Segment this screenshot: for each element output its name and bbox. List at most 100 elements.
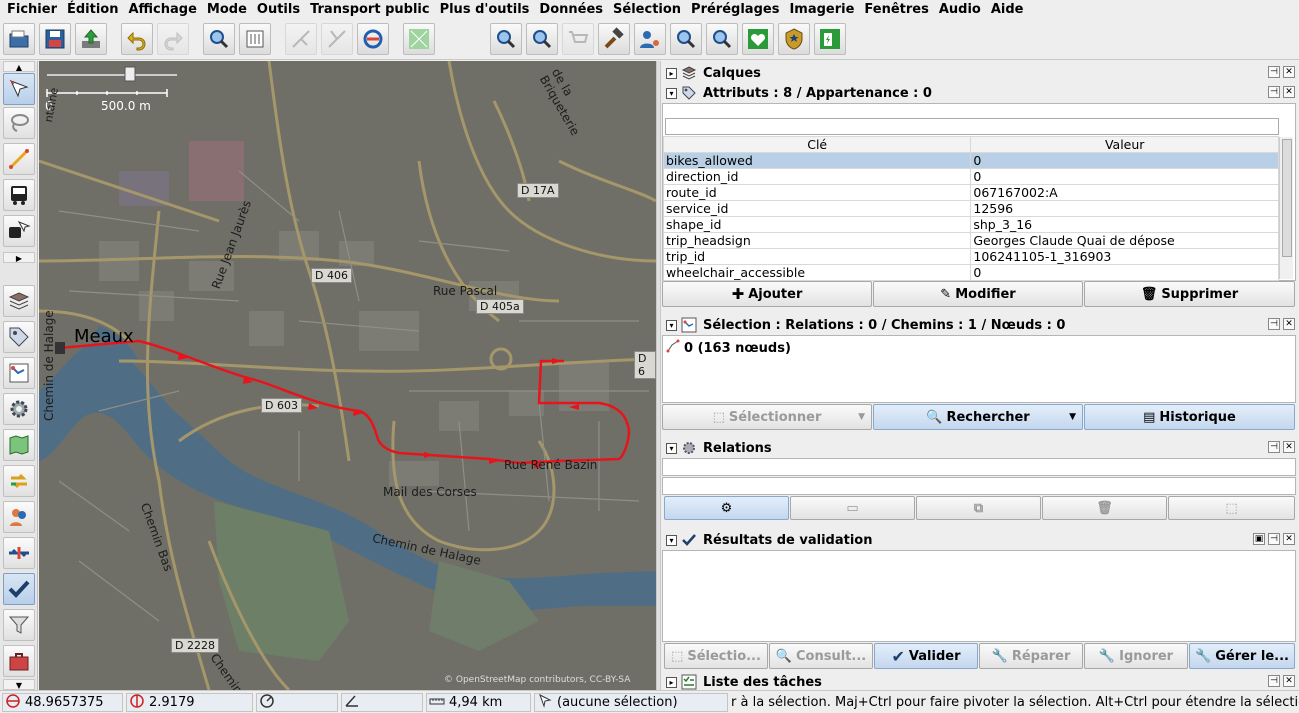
collapse-toggle[interactable]: ▾ (666, 442, 677, 454)
history-button[interactable]: ▤ Historique (1084, 404, 1295, 430)
add-attribute-button[interactable]: ✚ Ajouter (662, 281, 872, 307)
attribute-key[interactable]: direction_id (662, 168, 972, 185)
menu-aide[interactable]: Aide (986, 0, 1029, 20)
menu-donnees[interactable]: Données (534, 0, 608, 20)
column-header-key[interactable]: Clé (662, 136, 972, 153)
selection-toggle-button[interactable] (3, 357, 35, 389)
menu-edition[interactable]: Édition (62, 0, 124, 20)
validator-toggle-button[interactable] (3, 573, 35, 605)
menu-outils[interactable]: Outils (252, 0, 305, 20)
undo-button[interactable] (121, 23, 153, 55)
collapse-toggle[interactable]: ▾ (666, 534, 677, 546)
zoom-out-button[interactable] (526, 23, 558, 55)
validation-panel-header[interactable]: ▾ Résultats de validation ▣ ⊣ ✕ (661, 530, 1299, 550)
map-view[interactable]: 0 500.0 m Meaux D 17A D 406 D 405a D 603… (39, 61, 656, 690)
close-icon[interactable]: ✕ (1283, 441, 1295, 453)
conflict-toggle-button[interactable] (3, 465, 35, 497)
close-icon[interactable]: ✕ (1283, 675, 1295, 687)
menu-selection[interactable]: Sélection (608, 0, 686, 20)
table-row[interactable]: route_id 067167002:A (662, 184, 1279, 201)
combine-way-button[interactable] (321, 23, 353, 55)
pin-icon[interactable]: ⊣ (1268, 318, 1280, 330)
attribute-value[interactable]: 067167002:A (970, 184, 1279, 201)
attributes-scrollbar[interactable] (1279, 137, 1293, 279)
tags-toggle-button[interactable] (3, 321, 35, 353)
menu-affichage[interactable]: Affichage (123, 0, 201, 20)
table-row[interactable]: bikes_allowed 0 (662, 152, 1279, 169)
charging-station-preset-button[interactable] (814, 23, 846, 55)
select-button[interactable]: ⬚ Sélectionner ▼ (662, 404, 872, 430)
layers-toggle-button[interactable] (3, 285, 35, 317)
table-row[interactable]: wheelchair_accessible 0 (662, 264, 1279, 281)
selection-panel-header[interactable]: ▾ Sélection : Relations : 0 / Chemins : … (661, 315, 1299, 335)
zoom-in-button[interactable] (490, 23, 522, 55)
collapse-toggle[interactable]: ▾ (666, 87, 677, 99)
menu-fichier[interactable]: Fichier (2, 0, 62, 20)
defibrillator-preset-button[interactable] (742, 23, 774, 55)
sidebar-scroll-bottom[interactable]: ▼ (3, 679, 35, 690)
validate-button[interactable]: ✔ Valider (874, 643, 978, 669)
relations-filter[interactable] (662, 477, 1296, 495)
select-mode-button[interactable] (3, 73, 35, 105)
select-relation-button[interactable]: ⬚ (1168, 496, 1295, 520)
settings-toggle-button[interactable] (3, 393, 35, 425)
attribute-value[interactable]: 0 (970, 264, 1279, 281)
sidebar-scroll-down[interactable]: ▶ (3, 252, 35, 263)
menu-prereglages[interactable]: Préréglages (686, 0, 784, 20)
attributes-panel-header[interactable]: ▾ Attributs : 8 / Appartenance : 0 ⊣ ✕ (661, 83, 1299, 103)
relations-panel-header[interactable]: ▾ Relations ⊣ ✕ (661, 438, 1299, 458)
attribute-key[interactable]: service_id (662, 200, 972, 217)
pin-icon[interactable]: ⊣ (1268, 66, 1280, 78)
settings-icon[interactable]: ▣ (1253, 533, 1265, 545)
filter-toggle-button[interactable] (3, 609, 35, 641)
police-preset-button[interactable] (778, 23, 810, 55)
attribute-value[interactable]: Georges Claude Quai de dépose (970, 232, 1279, 249)
collapse-toggle[interactable]: ▾ (666, 319, 677, 331)
list-item[interactable]: 0 (163 nœuds) (666, 339, 791, 357)
menu-fenetres[interactable]: Fenêtres (859, 0, 933, 20)
save-button[interactable] (39, 23, 71, 55)
menu-transport-public[interactable]: Transport public (305, 0, 435, 20)
menu-imagerie[interactable]: Imagerie (784, 0, 859, 20)
column-header-value[interactable]: Valeur (970, 136, 1279, 153)
menu-mode[interactable]: Mode (202, 0, 252, 20)
ignore-button[interactable]: 🔧 Ignorer (1084, 643, 1188, 669)
delete-relation-button[interactable]: 🗑 (1042, 496, 1167, 520)
hammer-tool-button[interactable] (598, 23, 630, 55)
close-icon[interactable]: ✕ (1283, 533, 1295, 545)
layers-panel-header[interactable]: ▸ Calques ⊣ ✕ (661, 63, 1299, 83)
new-relation-button[interactable]: ⚙ (664, 496, 789, 520)
view-preferences-button[interactable] (239, 23, 271, 55)
zoom-button[interactable] (203, 23, 235, 55)
zoom-selection-button[interactable] (670, 23, 702, 55)
user-info-button[interactable] (634, 23, 666, 55)
sidebar-scroll-up[interactable]: ▲ (3, 61, 35, 72)
table-row[interactable]: trip_id 106241105-1_316903 (662, 248, 1279, 265)
close-icon[interactable]: ✕ (1283, 66, 1295, 78)
expand-toggle[interactable]: ▸ (666, 676, 677, 688)
pin-icon[interactable]: ⊣ (1268, 675, 1280, 687)
close-icon[interactable]: ✕ (1283, 318, 1295, 330)
table-row[interactable]: shape_id shp_3_16 (662, 216, 1279, 233)
wireframe-button[interactable] (403, 23, 435, 55)
edit-attribute-button[interactable]: ✎ Modifier (873, 281, 1083, 307)
attribute-key[interactable]: bikes_allowed (662, 152, 972, 169)
attribute-value[interactable]: shp_3_16 (970, 216, 1279, 233)
lasso-mode-button[interactable] (3, 107, 35, 139)
pin-icon[interactable]: ⊣ (1268, 441, 1280, 453)
close-icon[interactable]: ✕ (1283, 86, 1295, 98)
table-row[interactable]: direction_id 0 (662, 168, 1279, 185)
validation-select-button[interactable]: ⬚ Sélectio... (664, 643, 768, 669)
open-file-button[interactable] (3, 23, 35, 55)
attribute-value[interactable]: 106241105-1_316903 (970, 248, 1279, 265)
redo-button[interactable] (157, 23, 189, 55)
expand-toggle[interactable]: ▸ (666, 67, 677, 79)
tasks-panel-header[interactable]: ▸ Liste des tâches ⊣ ✕ (661, 672, 1299, 692)
duplicate-relation-button[interactable]: ⧉ (916, 496, 1041, 520)
attribute-filter-input[interactable] (665, 118, 1279, 135)
validation-lookup-button[interactable]: 🔍 Consult... (769, 643, 873, 669)
merge-toggle-button[interactable] (3, 537, 35, 569)
upload-button[interactable] (75, 23, 107, 55)
attribute-key[interactable]: route_id (662, 184, 972, 201)
split-way-button[interactable] (285, 23, 317, 55)
